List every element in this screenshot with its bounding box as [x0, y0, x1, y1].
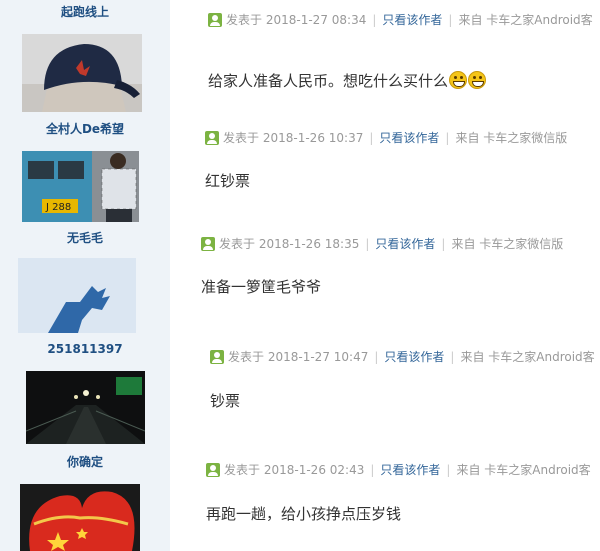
user-avatar-4[interactable] — [26, 371, 145, 444]
view-author-only-link[interactable]: 只看该作者 — [380, 463, 440, 477]
post-source[interactable]: 来自 卡车之家微信版 — [451, 237, 563, 251]
post-content-3: 准备一箩筐毛爷爷 — [201, 278, 322, 296]
posted-prefix: 发表于 — [219, 237, 256, 251]
post-source[interactable]: 来自 卡车之家Android客 — [460, 350, 594, 364]
post-date: 2018-1-26 02:43 — [263, 463, 365, 477]
user-icon — [205, 131, 219, 145]
post-source[interactable]: 来自 卡车之家Android客 — [456, 463, 590, 477]
username-2[interactable]: 全村人De希望 — [0, 122, 170, 136]
flag-heart-avatar — [20, 484, 140, 551]
user-avatar-2[interactable]: J 288 — [22, 151, 139, 222]
user-avatar-5[interactable] — [20, 484, 140, 551]
separator: | — [372, 13, 377, 27]
post-date: 2018-1-26 18:35 — [258, 237, 360, 251]
view-author-only-link[interactable]: 只看该作者 — [384, 350, 444, 364]
separator: | — [374, 350, 379, 364]
user-avatar-1[interactable] — [22, 34, 142, 112]
post-content-5: 再跑一趟，给小孩挣点压岁钱 — [206, 505, 402, 523]
posted-prefix: 发表于 — [228, 350, 265, 364]
user-avatar-3[interactable] — [18, 258, 136, 333]
post-meta-3: 发表于 2018-1-26 18:35 | 只看该作者 | 来自 卡车之家微信版 — [201, 237, 563, 251]
posted-prefix: 发表于 — [224, 463, 261, 477]
post-meta-4: 发表于 2018-1-27 10:47 | 只看该作者 | 来自 卡车之家Android… — [210, 350, 595, 364]
view-author-only-link[interactable]: 只看该作者 — [375, 237, 435, 251]
post-meta-2: 发表于 2018-1-26 10:37 | 只看该作者 | 来自 卡车之家微信版 — [205, 131, 567, 145]
post-meta-1: 发表于 2018-1-27 08:34 | 只看该作者 | 来自 卡车之家Android… — [208, 13, 593, 27]
separator: | — [445, 131, 450, 145]
post-meta-5: 发表于 2018-1-26 02:43 | 只看该作者 | 来自 卡车之家Android… — [206, 463, 591, 477]
separator: | — [450, 350, 455, 364]
username-1[interactable]: 起跑线上 — [0, 5, 170, 19]
posted-prefix: 发表于 — [223, 131, 260, 145]
user-icon — [206, 463, 220, 477]
cap-photo-avatar — [22, 34, 142, 112]
username-5[interactable]: 你确定 — [0, 455, 170, 469]
post-date: 2018-1-27 08:34 — [265, 13, 367, 27]
separator: | — [370, 463, 375, 477]
separator: | — [441, 237, 446, 251]
post-content-4: 钞票 — [210, 392, 241, 410]
post-text: 给家人准备人民币。想吃什么买什么 — [208, 72, 449, 90]
post-content-2: 红钞票 — [205, 172, 251, 190]
username-3[interactable]: 无毛毛 — [0, 231, 170, 245]
grin-emoji-icon — [449, 71, 468, 89]
grin-emoji-icon — [468, 71, 487, 89]
post-source[interactable]: 来自 卡车之家微信版 — [455, 131, 567, 145]
separator: | — [365, 237, 370, 251]
svg-text:J 288: J 288 — [45, 202, 71, 213]
username-4[interactable]: 251811397 — [0, 342, 170, 356]
view-author-only-link[interactable]: 只看该作者 — [379, 131, 439, 145]
separator: | — [448, 13, 453, 27]
blue-emblem-avatar — [18, 258, 136, 333]
separator: | — [369, 131, 374, 145]
user-icon — [208, 13, 222, 27]
view-author-only-link[interactable]: 只看该作者 — [382, 13, 442, 27]
post-date: 2018-1-27 10:47 — [267, 350, 369, 364]
posted-prefix: 发表于 — [226, 13, 263, 27]
truck-person-photo-avatar: J 288 — [22, 151, 139, 222]
night-road-photo-avatar — [26, 371, 145, 444]
post-content-1: 给家人准备人民币。想吃什么买什么 — [208, 71, 487, 91]
user-icon — [210, 350, 224, 364]
user-icon — [201, 237, 215, 251]
separator: | — [446, 463, 451, 477]
post-date: 2018-1-26 10:37 — [262, 131, 364, 145]
post-source[interactable]: 来自 卡车之家Android客 — [458, 13, 592, 27]
